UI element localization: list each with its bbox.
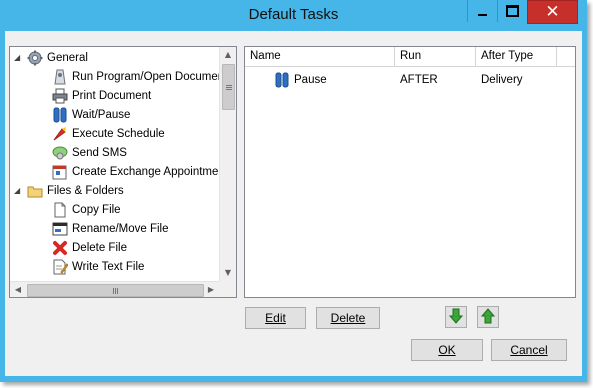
scroll-up-icon[interactable]: ▲ [220, 47, 236, 63]
tree-item-copy-file[interactable]: Copy File [52, 200, 121, 219]
tree-item-print-document[interactable]: Print Document [52, 86, 151, 105]
tree-item-label: Print Document [72, 89, 152, 102]
move-up-icon [480, 307, 496, 327]
tree-item-label: Copy File [72, 203, 121, 216]
tree-item-label: Create Exchange Appointment [72, 165, 228, 178]
tree-item-rename-move-file[interactable]: Rename/Move File [52, 219, 169, 238]
scrollbar-corner [219, 281, 236, 297]
tree-vertical-scrollbar[interactable]: ▲ ▼ [219, 47, 236, 281]
printer-icon [52, 88, 68, 104]
tree-group-general[interactable]: ◢ General [14, 48, 88, 67]
dialog-client-area: ◢ General Run Program/Open Document Prin… [5, 31, 582, 376]
tree-item-send-sms[interactable]: Send SMS [52, 143, 127, 162]
task-type-tree[interactable]: ◢ General Run Program/Open Document Prin… [9, 46, 237, 298]
rename-file-icon [52, 221, 68, 237]
tree-item-label: Send SMS [72, 146, 127, 159]
grip-icon [225, 84, 232, 90]
edit-button[interactable]: Edit [245, 307, 306, 329]
scroll-left-icon[interactable]: ◀ [10, 282, 26, 297]
close-icon: ✕ [545, 1, 560, 22]
pause-icon [52, 107, 68, 123]
maximize-button[interactable] [497, 0, 527, 22]
minimize-icon [478, 14, 487, 16]
tree-item-execute-schedule[interactable]: Execute Schedule [52, 124, 165, 143]
table-row[interactable]: Pause AFTER Delivery [245, 70, 575, 90]
minimize-button[interactable] [467, 0, 497, 22]
ok-button[interactable]: OK [411, 339, 483, 361]
tree-item-delete-file[interactable]: Delete File [52, 238, 127, 257]
tree-item-create-exchange-appointment[interactable]: Create Exchange Appointment [52, 162, 228, 181]
move-up-button[interactable] [477, 306, 499, 328]
pause-icon [274, 72, 290, 88]
title-bar[interactable]: Default Tasks ✕ [0, 0, 587, 30]
column-header-run[interactable]: Run [395, 47, 476, 66]
delete-file-icon [52, 240, 68, 256]
tree-item-run-program[interactable]: Run Program/Open Document [52, 67, 227, 86]
column-header-after-type[interactable]: After Type [476, 47, 557, 66]
tree-group-label: Files & Folders [47, 184, 124, 197]
cancel-button[interactable]: Cancel [491, 339, 567, 361]
delete-button[interactable]: Delete [316, 307, 380, 329]
scroll-down-icon[interactable]: ▼ [220, 265, 236, 281]
default-tasks-grid[interactable]: Name Run After Type Pause AFTER Delivery [244, 46, 576, 298]
tree-item-label: Delete File [72, 241, 127, 254]
close-button[interactable]: ✕ [527, 0, 578, 24]
tree-item-label: Wait/Pause [72, 108, 131, 121]
horizontal-scroll-thumb[interactable] [27, 284, 204, 297]
run-program-icon [52, 69, 68, 85]
write-text-file-icon [52, 259, 69, 275]
tree-item-label: Run Program/Open Document [72, 70, 228, 83]
vertical-scroll-thumb[interactable] [222, 64, 235, 110]
dialog-window: Default Tasks ✕ ◢ General Run Program/Op… [0, 0, 587, 382]
tree-group-files-folders[interactable]: ◢ Files & Folders [14, 181, 124, 200]
task-run-cell: AFTER [400, 74, 438, 86]
grip-icon [112, 287, 119, 294]
copy-file-icon [52, 202, 68, 218]
tree-item-label: Write Text File [72, 260, 145, 273]
move-down-icon [448, 308, 464, 327]
appointment-icon [52, 164, 68, 180]
tree-item-write-text-file[interactable]: Write Text File [52, 257, 144, 276]
scroll-right-icon[interactable]: ▶ [203, 282, 219, 297]
execute-schedule-icon [52, 126, 68, 142]
task-after-type-cell: Delivery [481, 74, 523, 86]
task-name: Pause [294, 74, 327, 86]
sms-icon [52, 145, 68, 161]
folder-icon [27, 183, 43, 199]
gear-icon [27, 50, 43, 66]
collapse-arrow-icon[interactable]: ◢ [14, 53, 24, 62]
column-header-name[interactable]: Name [245, 47, 395, 66]
tree-item-label: Execute Schedule [72, 127, 165, 140]
grid-header: Name Run After Type [245, 47, 575, 67]
tree-horizontal-scrollbar[interactable]: ◀ ▶ [10, 281, 219, 297]
collapse-arrow-icon[interactable]: ◢ [14, 186, 24, 195]
tree-group-label: General [47, 51, 88, 64]
tree-item-label: Rename/Move File [72, 222, 169, 235]
maximize-icon [506, 5, 519, 17]
task-name-cell: Pause [269, 70, 395, 90]
tree-item-wait-pause[interactable]: Wait/Pause [52, 105, 130, 124]
move-down-button[interactable] [445, 306, 467, 328]
